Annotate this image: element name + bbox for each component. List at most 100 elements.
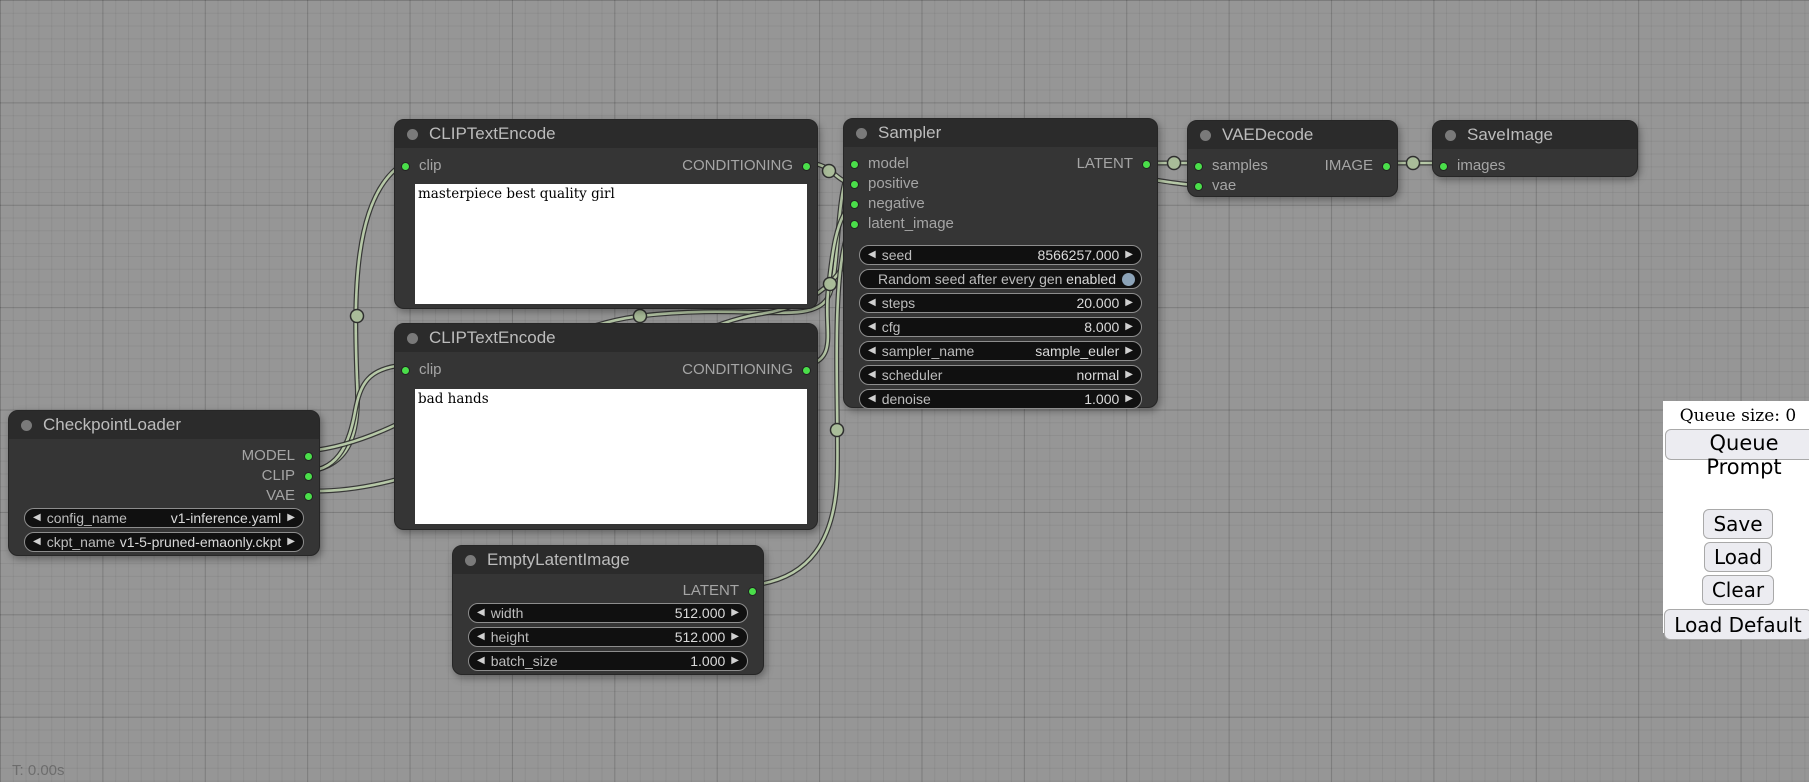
save-button[interactable]: Save	[1703, 509, 1772, 539]
widget-random-seed-toggle[interactable]: Random seed after every gen enabled	[859, 269, 1142, 289]
node-collapse-icon[interactable]	[407, 129, 418, 140]
input-dot-icon[interactable]	[1194, 162, 1203, 171]
node-title-bar[interactable]: CLIPTextEncode	[395, 324, 817, 352]
increment-arrow-icon[interactable]: ▶	[1125, 317, 1133, 337]
output-dot-icon[interactable]	[304, 452, 313, 461]
input-slot-positive[interactable]: positive	[844, 174, 919, 194]
node-clip-text-encode-positive[interactable]: CLIPTextEncode clip CONDITIONING masterp…	[394, 119, 818, 309]
decrement-arrow-icon[interactable]: ◀	[477, 603, 485, 623]
input-dot-icon[interactable]	[401, 162, 410, 171]
node-collapse-icon[interactable]	[1200, 130, 1211, 141]
node-collapse-icon[interactable]	[1445, 130, 1456, 141]
node-vae-decode[interactable]: VAEDecode samples IMAGE vae	[1187, 120, 1398, 197]
widget-height[interactable]: ◀ height 512.000 ▶	[468, 627, 748, 647]
decrement-arrow-icon[interactable]: ◀	[477, 627, 485, 647]
increment-arrow-icon[interactable]: ▶	[1125, 365, 1133, 385]
widget-ckpt-name[interactable]: ◀ ckpt_name v1-5-pruned-emaonly.ckpt ▶	[24, 532, 304, 552]
decrement-arrow-icon[interactable]: ◀	[33, 508, 41, 528]
node-collapse-icon[interactable]	[465, 555, 476, 566]
widget-batch-size[interactable]: ◀ batch_size 1.000 ▶	[468, 651, 748, 671]
clear-button[interactable]: Clear	[1702, 575, 1774, 605]
widget-value: v1-5-pruned-emaonly.ckpt	[120, 534, 282, 550]
widget-scheduler[interactable]: ◀ scheduler normal ▶	[859, 365, 1142, 385]
output-slot-latent[interactable]: LATENT	[1077, 154, 1157, 174]
output-dot-icon[interactable]	[802, 366, 811, 375]
increment-arrow-icon[interactable]: ▶	[1125, 389, 1133, 409]
input-slot-clip[interactable]: clip	[395, 360, 442, 380]
slot-label: positive	[868, 175, 919, 192]
decrement-arrow-icon[interactable]: ◀	[868, 245, 876, 265]
widget-sampler-name[interactable]: ◀ sampler_name sample_euler ▶	[859, 341, 1142, 361]
node-title-bar[interactable]: CLIPTextEncode	[395, 120, 817, 148]
output-slot-image[interactable]: IMAGE	[1325, 156, 1397, 176]
load-button[interactable]: Load	[1704, 542, 1772, 572]
node-title-bar[interactable]: Sampler	[844, 119, 1157, 147]
node-empty-latent-image[interactable]: EmptyLatentImage LATENT ◀ width 512.000 …	[452, 545, 764, 675]
queue-size-label: Queue size: 0	[1663, 401, 1809, 426]
output-slot-conditioning[interactable]: CONDITIONING	[682, 360, 817, 380]
node-title-bar[interactable]: VAEDecode	[1188, 121, 1397, 149]
node-title-bar[interactable]: CheckpointLoader	[9, 411, 319, 439]
node-title-bar[interactable]: SaveImage	[1433, 121, 1637, 149]
increment-arrow-icon[interactable]: ▶	[1125, 341, 1133, 361]
output-dot-icon[interactable]	[304, 472, 313, 481]
widget-width[interactable]: ◀ width 512.000 ▶	[468, 603, 748, 623]
input-slot-latent-image[interactable]: latent_image	[844, 214, 954, 234]
node-collapse-icon[interactable]	[21, 420, 32, 431]
increment-arrow-icon[interactable]: ▶	[287, 532, 295, 552]
output-dot-icon[interactable]	[304, 492, 313, 501]
widget-denoise[interactable]: ◀ denoise 1.000 ▶	[859, 389, 1142, 409]
increment-arrow-icon[interactable]: ▶	[731, 627, 739, 647]
widget-config-name[interactable]: ◀ config_name v1-inference.yaml ▶	[24, 508, 304, 528]
decrement-arrow-icon[interactable]: ◀	[868, 317, 876, 337]
increment-arrow-icon[interactable]: ▶	[731, 603, 739, 623]
toggle-knob-icon[interactable]	[1122, 273, 1135, 286]
node-collapse-icon[interactable]	[856, 128, 867, 139]
decrement-arrow-icon[interactable]: ◀	[477, 651, 485, 671]
input-slot-negative[interactable]: negative	[844, 194, 925, 214]
input-dot-icon[interactable]	[850, 200, 859, 209]
widget-cfg[interactable]: ◀ cfg 8.000 ▶	[859, 317, 1142, 337]
node-save-image[interactable]: SaveImage images	[1432, 120, 1638, 177]
output-dot-icon[interactable]	[1382, 162, 1391, 171]
node-sampler[interactable]: Sampler model LATENT positive negative l…	[843, 118, 1158, 408]
output-dot-icon[interactable]	[748, 587, 757, 596]
output-slot-clip[interactable]: CLIP	[262, 466, 319, 486]
decrement-arrow-icon[interactable]: ◀	[868, 341, 876, 361]
output-slot-vae[interactable]: VAE	[266, 486, 319, 506]
decrement-arrow-icon[interactable]: ◀	[868, 389, 876, 409]
widget-steps[interactable]: ◀ steps 20.000 ▶	[859, 293, 1142, 313]
increment-arrow-icon[interactable]: ▶	[731, 651, 739, 671]
queue-prompt-button[interactable]: Queue Prompt	[1665, 429, 1809, 460]
increment-arrow-icon[interactable]: ▶	[1125, 293, 1133, 313]
input-dot-icon[interactable]	[1439, 162, 1448, 171]
node-title-bar[interactable]: EmptyLatentImage	[453, 546, 763, 574]
decrement-arrow-icon[interactable]: ◀	[868, 365, 876, 385]
widget-seed[interactable]: ◀ seed 8566257.000 ▶	[859, 245, 1142, 265]
negative-prompt-textarea[interactable]: bad hands	[415, 389, 807, 524]
increment-arrow-icon[interactable]: ▶	[287, 508, 295, 528]
input-slot-vae[interactable]: vae	[1188, 176, 1236, 196]
load-default-button[interactable]: Load Default	[1664, 609, 1809, 640]
node-collapse-icon[interactable]	[407, 333, 418, 344]
decrement-arrow-icon[interactable]: ◀	[33, 532, 41, 552]
node-checkpoint-loader[interactable]: CheckpointLoader MODEL CLIP VAE ◀ config…	[8, 410, 320, 556]
input-dot-icon[interactable]	[850, 180, 859, 189]
input-dot-icon[interactable]	[850, 160, 859, 169]
input-slot-model[interactable]: model	[844, 154, 909, 174]
input-dot-icon[interactable]	[1194, 182, 1203, 191]
input-slot-images[interactable]: images	[1433, 156, 1505, 176]
input-dot-icon[interactable]	[850, 220, 859, 229]
input-slot-clip[interactable]: clip	[395, 156, 442, 176]
input-dot-icon[interactable]	[401, 366, 410, 375]
output-slot-conditioning[interactable]: CONDITIONING	[682, 156, 817, 176]
node-clip-text-encode-negative[interactable]: CLIPTextEncode clip CONDITIONING bad han…	[394, 323, 818, 530]
output-slot-latent[interactable]: LATENT	[683, 581, 763, 601]
decrement-arrow-icon[interactable]: ◀	[868, 293, 876, 313]
input-slot-samples[interactable]: samples	[1188, 156, 1268, 176]
output-dot-icon[interactable]	[1142, 160, 1151, 169]
increment-arrow-icon[interactable]: ▶	[1125, 245, 1133, 265]
positive-prompt-textarea[interactable]: masterpiece best quality girl	[415, 184, 807, 304]
output-slot-model[interactable]: MODEL	[242, 446, 319, 466]
output-dot-icon[interactable]	[802, 162, 811, 171]
